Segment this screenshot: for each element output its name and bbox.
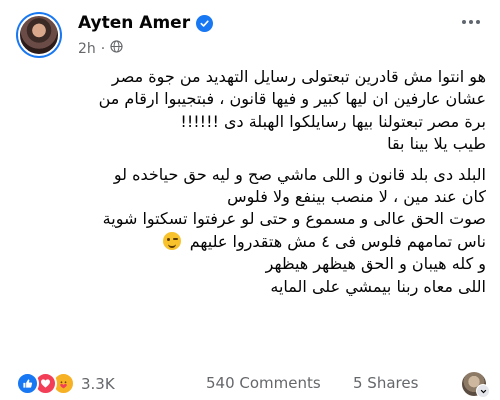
verified-badge-icon: [196, 14, 214, 32]
post-line: اللى معاه ربنا بيمشي على المايه: [270, 276, 486, 296]
globe-icon[interactable]: [110, 40, 123, 57]
post-line: و كله هيبان و الحق هيظهر هيظهر: [265, 254, 486, 274]
share-as-avatar[interactable]: [462, 372, 490, 398]
post-body: هو انتوا مش قادرين تبعتولى رسايل التهديد…: [14, 66, 486, 298]
post-meta: 2h ·: [78, 40, 123, 57]
post-footer: 3.3K 540 Comments 5 Shares: [0, 368, 500, 400]
post-line: صوت الحق عالى و مسموع و حتى لو عرفتوا تس…: [102, 209, 486, 229]
post-line: برة مصر تبعتولنا بيها رسايلكوا الهبلة دى…: [180, 111, 486, 131]
reactions-summary[interactable]: 3.3K: [16, 372, 115, 395]
post-line-with-emoji: ناس تمامهم فلوس فى ٤ مش هتقدروا عليهم: [14, 231, 486, 253]
post-line: عشان عارفين ان ليها كبير و فيها قانون ، …: [98, 89, 486, 109]
shares-count[interactable]: 5 Shares: [353, 374, 418, 392]
meta-separator: ·: [100, 40, 106, 57]
wink-emoji-icon: [162, 231, 181, 250]
post-header: Ayten Amer 2h ·: [0, 0, 500, 62]
post-line: هو انتوا مش قادرين تبعتولى رسايل التهديد…: [111, 67, 486, 86]
post-time[interactable]: 2h: [78, 41, 96, 57]
reactions-count[interactable]: 3.3K: [81, 375, 115, 393]
post-line: البلد دى بلد قانون و اللى ماشي صح و ليه …: [113, 164, 486, 184]
like-icon: [16, 372, 39, 395]
author-avatar[interactable]: [16, 12, 62, 58]
author-name-row: Ayten Amer: [78, 13, 214, 33]
post-line-text: ناس تمامهم فلوس فى ٤ مش هتقدروا عليهم: [189, 231, 486, 251]
post-line: كان عند مين ، لا منصب بينفع ولا فلوس: [227, 186, 486, 206]
avatar-photo: [18, 14, 60, 56]
comments-count[interactable]: 540 Comments: [206, 374, 321, 392]
post-line: طيب يلا بينا بقا: [387, 134, 486, 154]
more-options-icon[interactable]: [454, 12, 488, 32]
chevron-down-icon: [476, 384, 490, 398]
author-name[interactable]: Ayten Amer: [78, 13, 190, 33]
